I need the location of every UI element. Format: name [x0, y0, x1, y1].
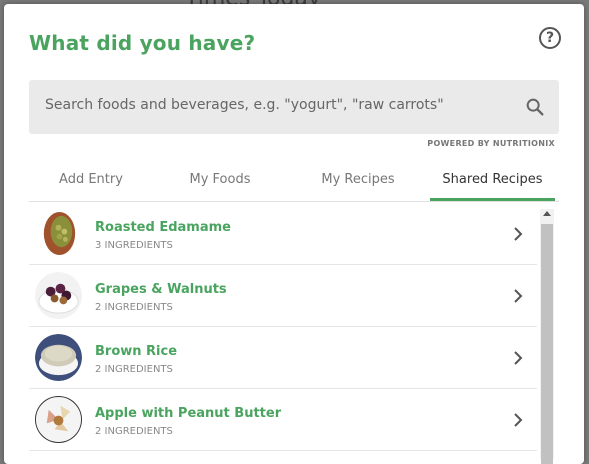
search-icon[interactable] [524, 96, 546, 118]
tab-shared-recipes[interactable]: Shared Recipes [430, 168, 555, 201]
scroll-up-arrow[interactable] [543, 211, 551, 216]
shared-recipes-list: Roasted Edamame 3 INGREDIENTS Grapes & W… [29, 203, 537, 463]
food-search-box[interactable] [29, 80, 559, 134]
tab-my-foods[interactable]: My Foods [158, 168, 282, 201]
dialog-title: What did you have? [29, 31, 256, 55]
powered-by-label: POWERED BY NUTRITIONIX [427, 139, 555, 148]
ingredient-count: 2 INGREDIENTS [95, 302, 173, 313]
tab-bar: Add Entry My Foods My Recipes Shared Rec… [29, 168, 559, 202]
recipe-name: Roasted Edamame [95, 220, 231, 235]
scrollbar-thumb[interactable] [541, 224, 553, 464]
ingredient-count: 3 INGREDIENTS [95, 240, 173, 251]
food-search-input[interactable] [45, 97, 515, 113]
list-item[interactable]: Apple with Peanut Butter 2 INGREDIENTS [29, 389, 537, 451]
recipe-name: Grapes & Walnuts [95, 282, 227, 297]
tab-my-recipes[interactable]: My Recipes [296, 168, 420, 201]
help-icon[interactable]: ? [539, 27, 561, 49]
add-food-dialog: What did you have? ? POWERED BY NUTRITIO… [4, 4, 584, 464]
apple-peanut-butter-photo [35, 396, 82, 443]
chevron-right-icon[interactable] [513, 413, 523, 427]
tab-add-entry[interactable]: Add Entry [29, 168, 153, 201]
chevron-right-icon[interactable] [513, 289, 523, 303]
grapes-walnuts-photo [35, 272, 82, 319]
roasted-edamame-photo [35, 210, 82, 257]
brown-rice-photo [35, 334, 82, 381]
list-scrollbar[interactable] [540, 209, 554, 464]
list-item[interactable]: Roasted Edamame 3 INGREDIENTS [29, 203, 537, 265]
chevron-right-icon[interactable] [513, 227, 523, 241]
recipe-name: Brown Rice [95, 344, 178, 359]
ingredient-count: 2 INGREDIENTS [95, 364, 173, 375]
recipe-name: Apple with Peanut Butter [95, 406, 282, 421]
ingredient-count: 2 INGREDIENTS [95, 426, 173, 437]
list-item[interactable]: Grapes & Walnuts 2 INGREDIENTS [29, 265, 537, 327]
chevron-right-icon[interactable] [513, 351, 523, 365]
list-item[interactable]: Brown Rice 2 INGREDIENTS [29, 327, 537, 389]
